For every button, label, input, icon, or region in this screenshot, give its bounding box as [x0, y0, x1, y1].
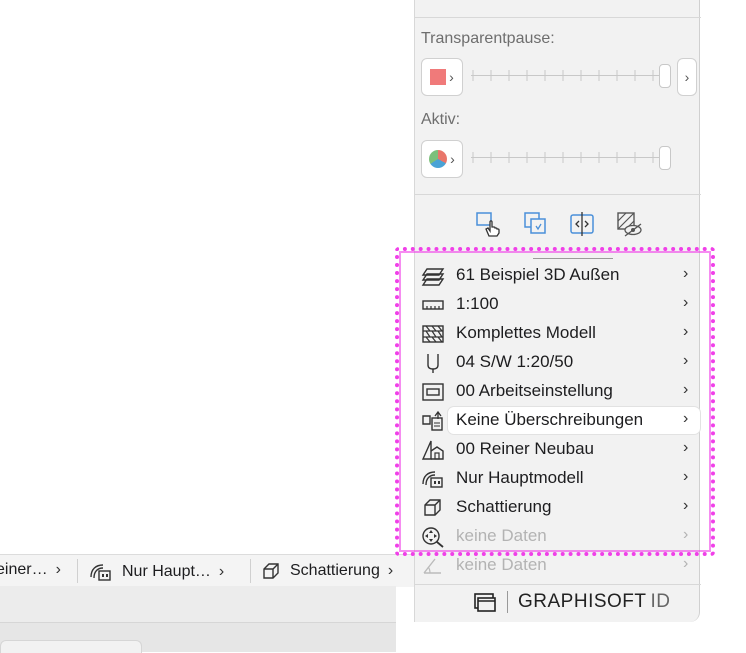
color-swatch-icon — [430, 69, 447, 85]
pen-icon — [427, 354, 439, 373]
list-item-label: 00 Arbeitseinstellung — [456, 381, 613, 400]
chevron-right-icon: › — [683, 323, 689, 340]
list-item-label: Schattierung — [456, 497, 552, 516]
zoom-target-icon — [422, 527, 444, 548]
divider — [77, 559, 78, 583]
status-item-model-filter-label: Nur Haupt… — [122, 563, 211, 580]
transparent-next-button[interactable]: › — [677, 58, 697, 96]
list-item-structure-display[interactable]: Komplettes Modell › — [415, 319, 701, 348]
desktop-background — [396, 622, 746, 651]
list-item-label: Nur Hauptmodell — [456, 468, 584, 487]
list-item-scale[interactable]: 1:100 › — [415, 290, 701, 319]
status-bar: einer… › Nur Haupt… › Schattierung › — [0, 554, 415, 587]
list-item-label: keine Daten — [456, 555, 547, 574]
color-wheel-icon — [429, 150, 448, 168]
shading-cube-icon — [424, 499, 441, 516]
list-item-renovation-filter[interactable]: 00 Reiner Neubau › — [415, 435, 701, 464]
bottom-tab[interactable] — [0, 640, 142, 653]
status-item-renovation[interactable]: einer… › — [0, 561, 61, 579]
slider-ticks — [472, 152, 654, 163]
active-label: Aktiv: — [421, 111, 461, 128]
chevron-right-icon: › — [450, 151, 455, 167]
chevron-right-icon: › — [449, 69, 454, 85]
hatch-hide-icon[interactable] — [615, 210, 643, 238]
list-item-label: 1:100 — [456, 294, 499, 313]
list-item-rotation[interactable]: keine Daten › — [415, 551, 701, 580]
chevron-right-icon: › — [218, 563, 225, 580]
frame-icon — [422, 383, 444, 401]
override-icon — [422, 410, 443, 431]
list-item-zoom[interactable]: keine Daten › — [415, 522, 701, 551]
filmstrip-icon — [422, 325, 444, 343]
status-item-renovation-label: einer… — [0, 561, 48, 578]
divider — [507, 591, 508, 613]
transparent-color-button[interactable]: › — [421, 58, 463, 96]
divider — [415, 194, 701, 195]
brand-id: ID — [650, 591, 671, 612]
chevron-right-icon: › — [683, 352, 689, 369]
status-bar-background — [0, 586, 396, 626]
status-item-model-filter[interactable]: Nur Haupt… › — [88, 561, 224, 583]
chevron-right-icon: › — [683, 555, 689, 572]
list-item-model-view-options[interactable]: 00 Arbeitseinstellung › — [415, 377, 701, 406]
status-item-shading[interactable]: Schattierung › — [260, 561, 393, 581]
mirror-icon[interactable] — [568, 210, 596, 238]
chevron-right-icon: › — [683, 410, 689, 427]
graphisoft-id-logo[interactable]: GRAPHISOFT ID — [473, 591, 671, 613]
chevron-right-icon: › — [683, 497, 689, 514]
chevron-right-icon: › — [683, 294, 689, 311]
window-gutter — [700, 0, 746, 651]
divider — [250, 559, 251, 583]
divider — [533, 258, 613, 259]
divider — [415, 17, 701, 18]
chevron-right-icon: › — [55, 561, 61, 578]
list-item-label: 61 Beispiel 3D Außen — [456, 265, 620, 284]
angle-icon — [423, 558, 441, 574]
list-item-graphic-overrides[interactable]: Keine Überschreibungen › — [415, 406, 701, 435]
copy-icon[interactable] — [522, 210, 550, 238]
list-item-label: keine Daten — [456, 526, 547, 545]
chevron-right-icon: › — [684, 69, 690, 85]
list-item-label: 00 Reiner Neubau — [456, 439, 594, 458]
slider-thumb[interactable] — [659, 64, 671, 88]
hand-pointer-icon[interactable] — [475, 210, 503, 238]
chevron-right-icon: › — [683, 381, 689, 398]
windows-icon[interactable] — [473, 591, 497, 613]
list-item-3d-style[interactable]: Schattierung › — [415, 493, 701, 522]
transparency-slider[interactable] — [471, 64, 671, 88]
chevron-right-icon: › — [683, 439, 689, 456]
palette-footer: GRAPHISOFT ID — [415, 584, 701, 623]
renovation-icon — [421, 440, 444, 460]
drawing-canvas[interactable] — [0, 0, 414, 554]
navigator-palette: Transparentpause: › › Aktiv: › 61 Beispi… — [414, 0, 701, 623]
chevron-right-icon: › — [683, 468, 689, 485]
list-item-layer-combination[interactable]: 61 Beispiel 3D Außen › — [415, 261, 701, 290]
brand-name: GRAPHISOFT — [518, 591, 647, 612]
list-item-label: 04 S/W 1:20/50 — [456, 352, 574, 371]
slider-ticks — [472, 70, 654, 81]
layers-icon — [421, 268, 445, 286]
model-filter-icon — [90, 564, 111, 581]
active-color-button[interactable]: › — [421, 140, 463, 178]
shading-cube-icon — [263, 563, 279, 579]
list-item-pen-set[interactable]: 04 S/W 1:20/50 › — [415, 348, 701, 377]
transparent-label: Transparentpause: — [421, 30, 555, 47]
chevron-right-icon: › — [683, 265, 689, 282]
slider-thumb[interactable] — [659, 146, 671, 170]
list-item-label: Keine Überschreibungen — [456, 410, 644, 429]
model-filter-icon — [422, 471, 443, 488]
list-item-label: Komplettes Modell — [456, 323, 596, 342]
status-item-shading-label: Schattierung — [290, 562, 380, 579]
active-slider[interactable] — [471, 146, 671, 170]
chevron-right-icon: › — [683, 526, 689, 543]
chevron-right-icon: › — [387, 562, 394, 579]
list-item-model-filter[interactable]: Nur Hauptmodell › — [415, 464, 701, 493]
ruler-icon — [422, 300, 444, 310]
